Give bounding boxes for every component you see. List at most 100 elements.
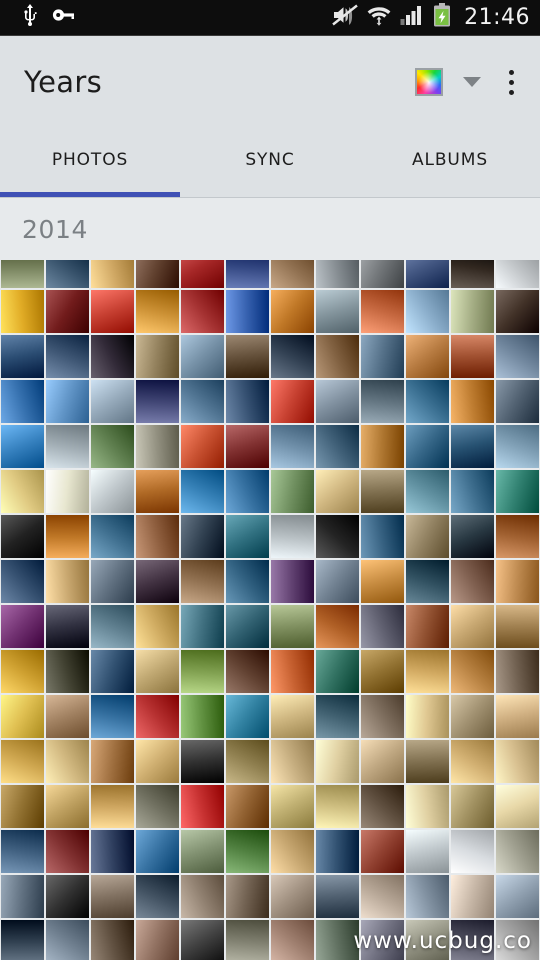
photo-thumbnail[interactable] (225, 559, 270, 604)
photo-thumbnail[interactable] (225, 694, 270, 739)
photo-thumbnail[interactable] (45, 334, 90, 379)
photo-thumbnail[interactable] (45, 784, 90, 829)
photo-thumbnail[interactable] (225, 604, 270, 649)
photo-thumbnail[interactable] (315, 559, 360, 604)
photo-thumbnail[interactable] (450, 379, 495, 424)
photo-thumbnail[interactable] (180, 514, 225, 559)
photo-thumbnail[interactable] (495, 379, 540, 424)
photo-thumbnail[interactable] (405, 334, 450, 379)
photo-thumbnail[interactable] (450, 604, 495, 649)
photo-thumbnail[interactable] (360, 559, 405, 604)
photo-thumbnail[interactable] (0, 514, 45, 559)
photo-thumbnail[interactable] (225, 919, 270, 960)
photo-thumbnail[interactable] (360, 379, 405, 424)
photo-thumbnail[interactable] (90, 829, 135, 874)
photo-thumbnail[interactable] (0, 379, 45, 424)
photo-thumbnail[interactable] (135, 379, 180, 424)
photo-thumbnail[interactable] (225, 874, 270, 919)
photo-thumbnail[interactable] (45, 514, 90, 559)
photo-thumbnail[interactable] (135, 289, 180, 334)
photo-thumbnail[interactable] (495, 919, 540, 960)
photo-thumbnail[interactable] (360, 604, 405, 649)
photo-thumbnail[interactable] (315, 874, 360, 919)
photo-thumbnail[interactable] (495, 289, 540, 334)
photo-thumbnail[interactable] (90, 784, 135, 829)
photo-thumbnail[interactable] (405, 559, 450, 604)
photo-thumbnail[interactable] (450, 469, 495, 514)
photo-thumbnail[interactable] (450, 739, 495, 784)
photo-thumbnail[interactable] (495, 559, 540, 604)
photo-thumbnail[interactable] (0, 334, 45, 379)
photo-thumbnail[interactable] (135, 919, 180, 960)
photo-thumbnail[interactable] (45, 424, 90, 469)
photo-thumbnail[interactable] (0, 694, 45, 739)
photo-thumbnail[interactable] (495, 469, 540, 514)
photo-thumbnail[interactable] (135, 424, 180, 469)
overflow-menu-button[interactable] (495, 60, 526, 105)
photo-thumbnail[interactable] (45, 829, 90, 874)
photo-thumbnail[interactable] (450, 424, 495, 469)
photo-thumbnail[interactable] (315, 424, 360, 469)
photo-thumbnail[interactable] (180, 260, 225, 289)
tab-albums[interactable]: ALBUMS (360, 128, 540, 197)
photo-thumbnail[interactable] (180, 919, 225, 960)
photo-thumbnail[interactable] (315, 829, 360, 874)
photo-thumbnail[interactable] (135, 784, 180, 829)
photo-thumbnail[interactable] (0, 874, 45, 919)
photo-thumbnail[interactable] (315, 260, 360, 289)
photo-thumbnail[interactable] (135, 829, 180, 874)
photo-thumbnail[interactable] (0, 784, 45, 829)
photo-thumbnail[interactable] (90, 559, 135, 604)
color-filter-button[interactable] (409, 60, 449, 104)
photo-thumbnail[interactable] (90, 739, 135, 784)
photo-thumbnail[interactable] (225, 379, 270, 424)
photo-thumbnail[interactable] (0, 424, 45, 469)
photo-thumbnail[interactable] (450, 559, 495, 604)
photo-thumbnail[interactable] (315, 784, 360, 829)
photo-thumbnail[interactable] (90, 694, 135, 739)
photo-thumbnail[interactable] (450, 694, 495, 739)
photo-thumbnail[interactable] (315, 649, 360, 694)
photo-thumbnail[interactable] (495, 739, 540, 784)
photo-thumbnail[interactable] (270, 469, 315, 514)
tab-sync[interactable]: SYNC (180, 128, 360, 197)
photo-thumbnail[interactable] (405, 694, 450, 739)
photo-thumbnail[interactable] (495, 334, 540, 379)
photo-thumbnail[interactable] (135, 649, 180, 694)
photo-thumbnail[interactable] (90, 604, 135, 649)
photo-thumbnail[interactable] (180, 379, 225, 424)
photo-thumbnail[interactable] (405, 784, 450, 829)
photo-thumbnail[interactable] (270, 379, 315, 424)
photo-thumbnail[interactable] (360, 469, 405, 514)
photo-thumbnail[interactable] (315, 919, 360, 960)
photo-thumbnail[interactable] (0, 469, 45, 514)
photo-thumbnail[interactable] (360, 334, 405, 379)
photo-thumbnail[interactable] (45, 289, 90, 334)
photo-thumbnail[interactable] (225, 784, 270, 829)
photo-thumbnail[interactable] (360, 694, 405, 739)
photo-thumbnail[interactable] (225, 260, 270, 289)
photo-thumbnail[interactable] (450, 784, 495, 829)
photo-thumbnail[interactable] (270, 559, 315, 604)
photo-thumbnail[interactable] (270, 260, 315, 289)
photo-thumbnail[interactable] (315, 379, 360, 424)
photo-thumbnail[interactable] (225, 829, 270, 874)
photo-thumbnail[interactable] (0, 604, 45, 649)
photo-thumbnail[interactable] (45, 874, 90, 919)
photo-thumbnail[interactable] (495, 829, 540, 874)
photo-thumbnail[interactable] (405, 424, 450, 469)
photo-thumbnail[interactable] (360, 289, 405, 334)
photo-thumbnail[interactable] (45, 260, 90, 289)
photo-thumbnail[interactable] (0, 649, 45, 694)
photo-thumbnail[interactable] (180, 334, 225, 379)
photo-thumbnail[interactable] (495, 694, 540, 739)
photo-thumbnail[interactable] (180, 739, 225, 784)
photo-thumbnail[interactable] (495, 424, 540, 469)
photo-thumbnail[interactable] (0, 260, 45, 289)
photo-thumbnail[interactable] (135, 334, 180, 379)
photo-thumbnail[interactable] (225, 424, 270, 469)
photo-thumbnail[interactable] (0, 829, 45, 874)
photo-thumbnail[interactable] (90, 379, 135, 424)
photo-thumbnail[interactable] (450, 260, 495, 289)
photo-thumbnail[interactable] (90, 649, 135, 694)
